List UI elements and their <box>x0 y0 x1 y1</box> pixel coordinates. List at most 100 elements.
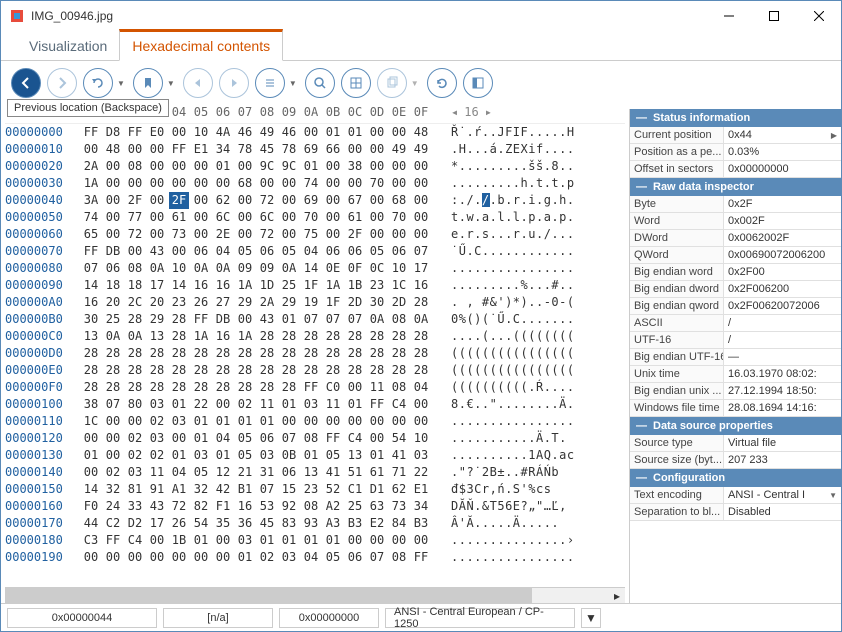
hex-byte[interactable]: 62 <box>213 192 233 209</box>
hex-byte[interactable]: 06 <box>345 243 365 260</box>
hex-byte[interactable]: 28 <box>169 328 189 345</box>
hex-byte[interactable]: 00 <box>367 430 387 447</box>
hex-byte[interactable]: 06 <box>191 243 211 260</box>
hex-offset[interactable]: 00000140 <box>5 464 81 481</box>
hex-byte[interactable]: 00 <box>125 243 145 260</box>
hex-offset[interactable]: 00000040 <box>5 192 81 209</box>
hex-byte[interactable]: 28 <box>147 379 167 396</box>
hex-byte[interactable]: 28 <box>411 328 431 345</box>
hex-byte[interactable]: A2 <box>323 498 343 515</box>
hex-offset[interactable]: 00000020 <box>5 158 81 175</box>
hex-byte[interactable]: 28 <box>301 362 321 379</box>
property-row[interactable]: Position as a pe...0.03% <box>630 144 841 161</box>
hex-byte[interactable]: 10 <box>389 260 409 277</box>
hex-offset[interactable]: 000000E0 <box>5 362 81 379</box>
hex-byte[interactable]: 70 <box>367 175 387 192</box>
hex-byte[interactable]: 20 <box>103 294 123 311</box>
hex-row[interactable]: 0000014000020311040512213106134151617122… <box>5 464 625 481</box>
hex-ascii[interactable]: (((((((((((((((( <box>451 345 575 362</box>
hex-byte[interactable]: 72 <box>169 498 189 515</box>
hex-byte[interactable]: 04 <box>169 464 189 481</box>
hex-byte[interactable]: 53 <box>257 498 277 515</box>
hex-byte[interactable]: 1C <box>389 277 409 294</box>
hex-byte[interactable]: 00 <box>125 549 145 566</box>
hex-ascii[interactable]: ...............› <box>451 532 575 549</box>
hex-byte[interactable]: 00 <box>191 549 211 566</box>
hex-byte[interactable]: 02 <box>125 447 145 464</box>
hex-ascii[interactable]: .H...á.ZEXif.... <box>451 141 575 158</box>
hex-byte[interactable]: 01 <box>345 396 365 413</box>
collapse-icon[interactable]: — <box>636 181 647 193</box>
hex-row[interactable]: 000000800706080A100A0A09090A140E0F0C1017… <box>5 260 625 277</box>
hex-byte[interactable]: 22 <box>191 396 211 413</box>
hex-row[interactable]: 000000403A002F002F0062007200690067006800… <box>5 192 625 209</box>
hex-byte[interactable]: 00 <box>125 175 145 192</box>
hex-byte[interactable]: 28 <box>191 345 211 362</box>
hex-row[interactable]: 0000001000480000FFE134784578696600004949… <box>5 141 625 158</box>
property-value[interactable]: 0x2F00 <box>724 264 841 280</box>
hex-byte[interactable]: 80 <box>125 396 145 413</box>
hex-ascii[interactable]: ..........1AQ.ac <box>451 447 575 464</box>
hex-byte[interactable]: 01 <box>235 413 255 430</box>
hex-byte[interactable]: 00 <box>169 158 189 175</box>
arrow-icon[interactable]: ▶ <box>831 131 837 140</box>
hex-byte[interactable]: 07 <box>345 311 365 328</box>
hex-byte[interactable]: 14 <box>81 277 101 294</box>
hex-byte[interactable]: 13 <box>301 464 321 481</box>
hex-byte[interactable]: 00 <box>389 175 409 192</box>
hex-byte[interactable]: 16 <box>213 277 233 294</box>
hex-byte[interactable]: 17 <box>411 260 431 277</box>
hex-byte[interactable]: 48 <box>411 124 431 141</box>
hex-byte[interactable]: 06 <box>345 549 365 566</box>
hex-byte[interactable]: 28 <box>345 328 365 345</box>
hex-offset[interactable]: 00000170 <box>5 515 81 532</box>
hex-ascii[interactable]: ................ <box>451 413 575 430</box>
hex-row[interactable]: 000001200000020300010405060708FFC4005410… <box>5 430 625 447</box>
hex-byte[interactable]: 00 <box>235 158 255 175</box>
hex-byte[interactable]: 01 <box>323 124 343 141</box>
hex-byte[interactable]: 28 <box>257 362 277 379</box>
hex-byte[interactable]: 28 <box>235 362 255 379</box>
hex-byte[interactable]: 28 <box>345 345 365 362</box>
refresh-button[interactable] <box>427 68 457 98</box>
hex-row[interactable]: 00000000FFD8FFE000104A464946000101000048… <box>5 124 625 141</box>
hex-byte[interactable]: 67 <box>345 192 365 209</box>
hex-byte[interactable]: 00 <box>103 447 123 464</box>
hex-byte[interactable]: D8 <box>103 124 123 141</box>
hex-row[interactable]: 000000D028282828282828282828282828282828… <box>5 345 625 362</box>
hex-byte[interactable]: 13 <box>345 447 365 464</box>
copy-button[interactable] <box>377 68 407 98</box>
hex-byte[interactable]: 00 <box>103 413 123 430</box>
property-row[interactable]: UTF-16/ <box>630 332 841 349</box>
hex-byte[interactable]: 0A <box>367 311 387 328</box>
hex-byte[interactable]: 1A <box>235 277 255 294</box>
hex-byte[interactable]: 77 <box>125 209 145 226</box>
hex-byte[interactable]: 03 <box>235 532 255 549</box>
hex-byte[interactable]: 28 <box>367 345 387 362</box>
hex-byte[interactable]: 13 <box>81 328 101 345</box>
hex-byte[interactable]: 29 <box>147 311 167 328</box>
hex-byte[interactable]: 48 <box>103 141 123 158</box>
dropdown-arrow-icon[interactable]: ▼ <box>289 79 297 88</box>
hex-byte[interactable]: 00 <box>411 413 431 430</box>
property-row[interactable]: QWord0x00690072006200 <box>630 247 841 264</box>
hex-byte[interactable]: 41 <box>323 464 343 481</box>
hex-byte[interactable]: 16 <box>235 498 255 515</box>
hex-byte[interactable]: 33 <box>125 498 145 515</box>
hex-byte[interactable]: 00 <box>213 532 233 549</box>
hex-byte[interactable]: 21 <box>235 464 255 481</box>
hex-byte[interactable]: 11 <box>147 464 167 481</box>
hex-byte[interactable]: FF <box>169 141 189 158</box>
hex-byte[interactable]: 2F <box>125 192 145 209</box>
hex-byte[interactable]: 1A <box>81 175 101 192</box>
hex-byte[interactable]: 02 <box>147 447 167 464</box>
hex-byte[interactable]: 00 <box>191 209 211 226</box>
hex-byte[interactable]: 00 <box>103 430 123 447</box>
hex-byte[interactable]: 12 <box>213 464 233 481</box>
hex-byte[interactable]: 25 <box>345 498 365 515</box>
hex-ascii[interactable]: đ$3Cr,ń.S'%cs <box>451 481 551 498</box>
hex-byte[interactable]: 28 <box>125 362 145 379</box>
hex-byte[interactable]: 28 <box>169 345 189 362</box>
hex-byte[interactable]: 07 <box>279 430 299 447</box>
hex-offset[interactable]: 00000050 <box>5 209 81 226</box>
